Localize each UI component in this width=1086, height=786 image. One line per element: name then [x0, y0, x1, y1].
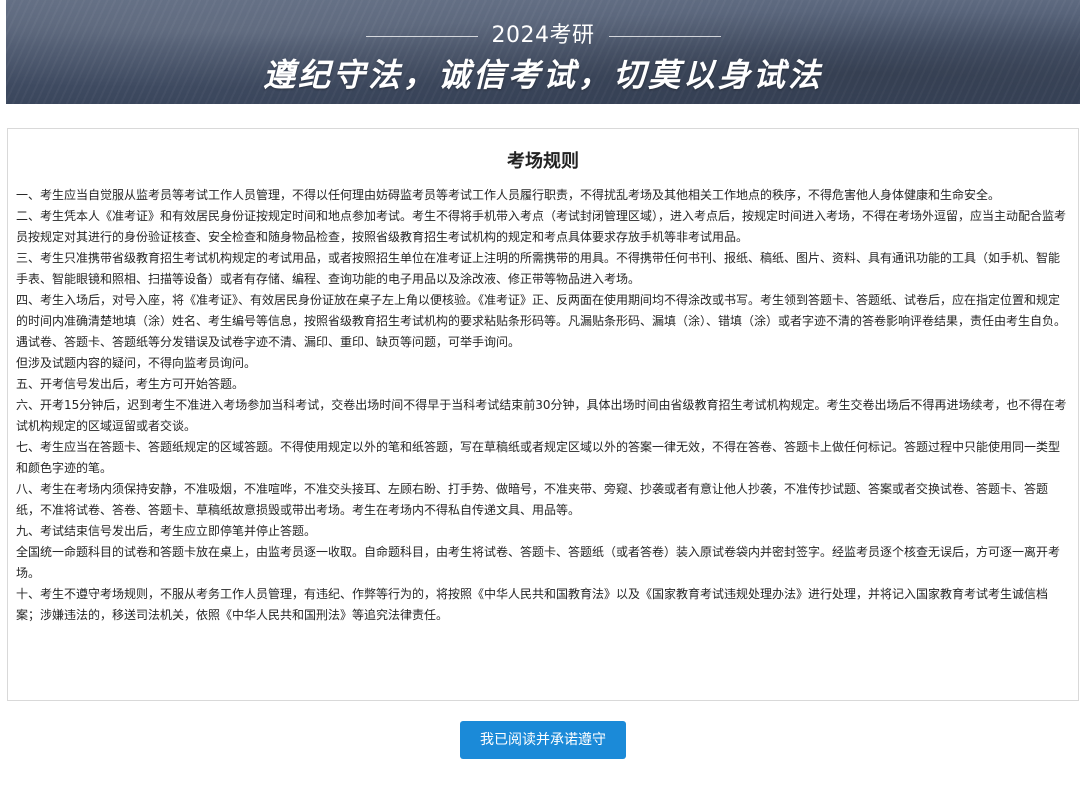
rules-list: 一、考生应当自觉服从监考员等考试工作人员管理，不得以任何理由妨碍监考员等考试工作…	[16, 185, 1068, 626]
banner-slogan: 遵纪守法，诚信考试，切莫以身试法	[262, 56, 823, 94]
rule-paragraph: 八、考生在考场内须保持安静，不准吸烟，不准喧哗，不准交头接耳、左顾右盼、打手势、…	[16, 482, 1049, 517]
banner-divider-left	[365, 35, 478, 37]
rule-paragraph: 全国统一命题科目的试卷和答题卡放在桌上，由监考员逐一收取。自命题科目，由考生将试…	[16, 545, 1061, 580]
rule-paragraph: 二、考生凭本人《准考证》和有效居民身份证按规定时间和地点参加考试。考生不得将手机…	[16, 209, 1067, 244]
rule-paragraph: 七、考生应当在答题卡、答题纸规定的区域答题。不得使用规定以外的笔和纸答题，写在草…	[16, 440, 1061, 475]
confirm-compliance-button[interactable]: 我已阅读并承诺遵守	[460, 721, 626, 759]
rule-paragraph: 十、考生不遵守考场规则，不服从考务工作人员管理，有违纪、作弊等行为的，将按照《中…	[16, 587, 1049, 622]
banner-year-row: 2024考研	[6, 22, 1080, 50]
rule-paragraph: 三、考生只准携带省级教育招生考试机构规定的考试用品，或者按照招生单位在准考证上注…	[16, 251, 1061, 286]
exam-rules-panel: 考场规则 一、考生应当自觉服从监考员等考试工作人员管理，不得以任何理由妨碍监考员…	[7, 128, 1079, 701]
rules-title: 考场规则	[507, 151, 579, 172]
rule-paragraph: 五、开考信号发出后，考生方可开始答题。	[16, 377, 245, 391]
rule-paragraph: 六、开考15分钟后，迟到考生不准进入考场参加当科考试，交卷出场时间不得早于当科考…	[16, 398, 1067, 433]
banner-divider-right	[608, 35, 721, 37]
rule-paragraph: 九、考试结束信号发出后，考生应立即停笔并停止答题。	[16, 524, 317, 538]
rule-paragraph: 四、考生入场后，对号入座，将《准考证》、有效居民身份证放在桌子左上角以便核验。《…	[16, 293, 1067, 349]
header-banner: 2024考研 遵纪守法，诚信考试，切莫以身试法	[6, 0, 1080, 104]
rule-paragraph: 一、考生应当自觉服从监考员等考试工作人员管理，不得以任何理由妨碍监考员等考试工作…	[16, 188, 1001, 202]
banner-year-text: 2024考研	[491, 23, 595, 48]
rule-paragraph: 但涉及试题内容的疑问，不得向监考员询问。	[16, 356, 257, 370]
